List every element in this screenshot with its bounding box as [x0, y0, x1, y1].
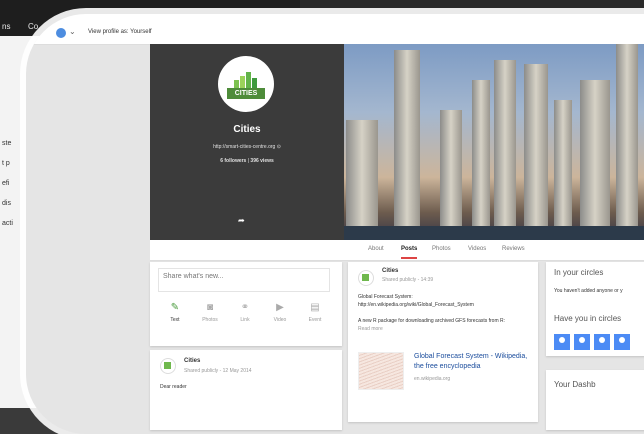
avatar[interactable] [594, 334, 610, 350]
link-icon: ⚭ [240, 302, 250, 313]
profile-header: CITIES Cities http://smart-cities-centre… [150, 44, 344, 240]
share-icon[interactable]: ➦ [238, 216, 245, 225]
background-list-item: efi [2, 180, 10, 187]
background-list-item: t p [2, 160, 10, 167]
tab-reviews[interactable]: Reviews [502, 246, 525, 252]
profile-url[interactable]: http://smart-cities-centre.org ⊙ [150, 144, 344, 150]
verified-icon: ⊙ [276, 144, 281, 150]
post-card: Cities Shared publicly - 12 May 2014 Dea… [150, 350, 342, 430]
share-photos-button[interactable]: ◙ Photos [195, 302, 225, 323]
share-video-button[interactable]: ▶ Video [265, 302, 295, 323]
link-preview-domain: en.wikipedia.org [414, 376, 451, 382]
link-thumbnail[interactable] [358, 352, 404, 390]
background-menu-item[interactable]: ns [2, 22, 10, 31]
top-bar: ⌄ View profile as: Yourself [26, 14, 644, 45]
tab-photos[interactable]: Photos [432, 246, 451, 252]
view-profile-as-dropdown[interactable]: View profile as: Yourself [88, 29, 152, 35]
link-preview-title[interactable]: Global Forecast System - Wikipedia, the … [414, 352, 534, 372]
logo-text: CITIES [227, 88, 265, 99]
profile-tabs: About Posts Photos Videos Reviews [150, 240, 644, 261]
sidebar-dashboard: Your Dashb [546, 370, 644, 430]
post-card: Cities Shared publicly - 14:39 Global Fo… [348, 262, 538, 422]
share-event-button[interactable]: ▤ Event [300, 302, 330, 323]
account-icon[interactable] [56, 28, 66, 38]
profile-stats: 6 followers | 396 views [220, 158, 274, 164]
post-body: Dear reader [160, 384, 187, 390]
chevron-down-icon[interactable]: ⌄ [69, 27, 76, 36]
post-meta: Shared publicly - 12 May 2014 [184, 368, 252, 374]
avatar[interactable] [554, 334, 570, 350]
post-meta: Shared publicly - 14:39 [382, 277, 434, 283]
in-circles-text: You haven't added anyone or y [554, 288, 623, 294]
post-author[interactable]: Cities [382, 268, 398, 274]
have-you-heading[interactable]: Have you in circles [554, 314, 621, 323]
background-list-item: acti [2, 220, 13, 227]
followers-count[interactable]: 6 followers [220, 158, 246, 164]
profile-name: Cities [233, 124, 261, 135]
share-input[interactable]: Share what's new... [158, 268, 330, 292]
views-count: 396 views [250, 158, 274, 164]
pencil-icon: ✎ [170, 302, 180, 313]
avatar[interactable] [574, 334, 590, 350]
in-circles-heading[interactable]: In your circles [554, 268, 603, 277]
camera-icon: ◙ [206, 302, 214, 313]
sidebar-circles: In your circles You haven't added anyone… [546, 262, 644, 356]
post-title: Global Forecast System: [358, 294, 413, 300]
post-author[interactable]: Cities [184, 358, 200, 364]
share-box: Share what's new... ✎ Text ◙ Photos ⚭ Link … [150, 262, 342, 346]
cover: CITIES Cities http://smart-cities-centre… [150, 44, 644, 240]
background-list-item: ste [2, 140, 12, 147]
profile-logo[interactable]: CITIES [218, 56, 274, 112]
post-link-text[interactable]: http://en.wikipedia.org/wiki/Global_Fore… [358, 302, 474, 308]
background-list-item: dis [2, 200, 11, 207]
cover-photo [344, 44, 644, 240]
video-icon: ▶ [276, 302, 284, 313]
profile-page: ⌄ View profile as: Yourself CITIES Citie… [26, 14, 644, 434]
dashboard-heading[interactable]: Your Dashb [554, 380, 596, 389]
tab-about[interactable]: About [368, 246, 384, 252]
calendar-icon: ▤ [310, 302, 320, 313]
avatar[interactable] [614, 334, 630, 350]
water [344, 226, 644, 240]
post-body: A new R package for downloading archived… [358, 318, 506, 324]
share-link-button[interactable]: ⚭ Link [230, 302, 260, 323]
post-avatar[interactable] [160, 358, 176, 374]
tab-posts[interactable]: Posts [401, 246, 418, 259]
post-avatar[interactable] [358, 270, 374, 286]
background-list: ste t p efi dis acti [2, 138, 13, 238]
tab-videos[interactable]: Videos [468, 246, 486, 252]
share-text-button[interactable]: ✎ Text [160, 302, 190, 323]
read-more-link[interactable]: Read more [358, 326, 383, 332]
